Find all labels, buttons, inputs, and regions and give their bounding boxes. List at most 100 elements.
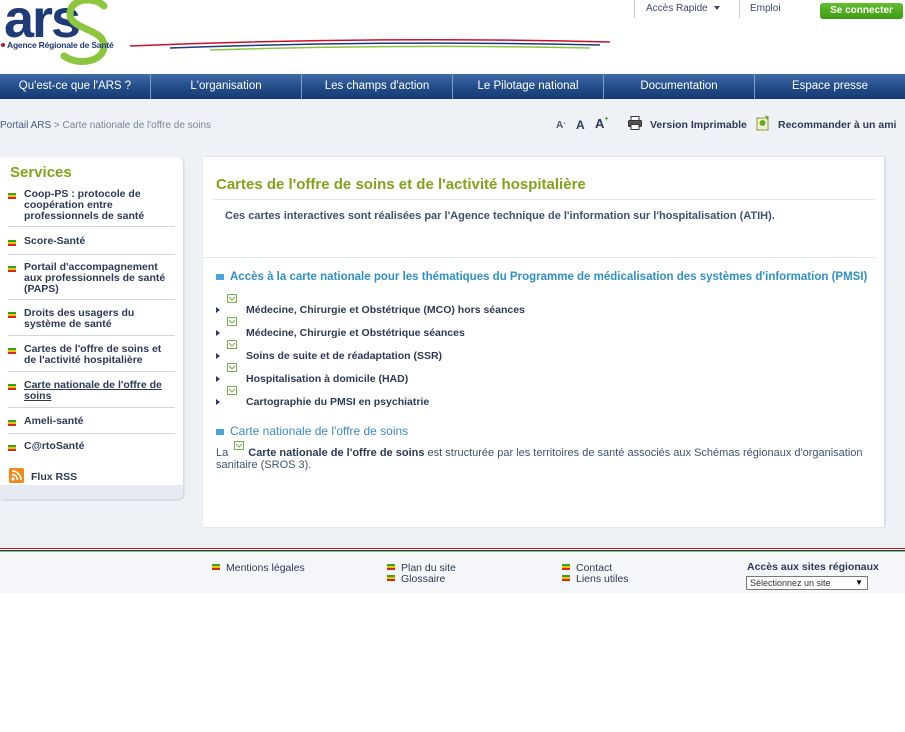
- header-swoosh-decoration: [130, 39, 610, 51]
- section-national-map-title: Carte nationale de l'offre de soins: [230, 424, 409, 438]
- footer-useful-links-label: Liens utiles: [576, 573, 629, 585]
- flag-bullet-icon: [8, 312, 16, 318]
- login-button[interactable]: Se connecter: [820, 3, 903, 19]
- footer-glossary-link[interactable]: Glossaire: [387, 573, 445, 585]
- sidebar-item-label: Coop-PS : protocole de coopération entre…: [24, 188, 145, 222]
- sidebar-item-coop-ps[interactable]: Coop-PS : protocole de coopération entre…: [8, 189, 175, 227]
- sidebar-item-label: Carte nationale de l'offre de soins: [24, 379, 162, 402]
- main-navigation: Qu'est-ce que l'ARS ? L'organisation Les…: [0, 74, 905, 99]
- font-size-increase-button[interactable]: A+: [595, 116, 608, 131]
- sidebar-item-label: Droits des usagers du système de santé: [24, 307, 135, 330]
- divider: [213, 199, 875, 200]
- arrow-right-icon: [216, 376, 220, 382]
- chevron-down-icon: [713, 6, 720, 11]
- chevron-down-icon: ▼: [855, 578, 863, 587]
- separator: [739, 0, 740, 18]
- nav-item-what-is-ars[interactable]: Qu'est-ce que l'ARS ?: [0, 74, 151, 99]
- page-title: Cartes de l'offre de soins et de l'activ…: [216, 176, 586, 193]
- sidebar-item-paps[interactable]: Portail d'accompagnement aux professionn…: [8, 262, 175, 300]
- sidebar-item-national-map[interactable]: Carte nationale de l'offre de soins: [8, 380, 175, 408]
- sidebar-item-label: Ameli-santé: [24, 415, 84, 427]
- rss-icon: [9, 468, 24, 483]
- regional-site-select[interactable]: Sélectionnez un site ▼: [746, 576, 868, 590]
- flag-bullet-icon: [562, 575, 570, 582]
- services-sidebar: Services Coop-PS : protocole de coopérat…: [0, 157, 183, 499]
- logo-agency-name: Agence Régionale de Santé: [7, 40, 114, 50]
- flag-bullet-icon: [387, 564, 395, 571]
- arrow-right-icon: [216, 399, 220, 405]
- breadcrumb-current: Carte nationale de l'offre de soins: [62, 120, 212, 131]
- pmsi-item-had[interactable]: Hospitalisation à domicile (HAD): [216, 363, 856, 385]
- pmsi-item-label: Médecine, Chirurgie et Obstétrique séanc…: [246, 327, 465, 339]
- sidebar-item-label: C@rtoSanté: [24, 440, 85, 452]
- section-pmsi-heading: Accès à la carte nationale pour les thém…: [216, 271, 867, 283]
- section-pmsi-title: Accès à la carte nationale pour les thém…: [230, 271, 868, 283]
- nav-item-documentation[interactable]: Documentation: [604, 74, 755, 99]
- pmsi-item-label: Soins de suite et de réadaptation (SSR): [246, 350, 443, 362]
- map-icon: [227, 294, 237, 303]
- logo-s-swoosh: [60, 0, 108, 65]
- sidebar-item-score-sante[interactable]: Score-Santé: [8, 236, 175, 255]
- nav-item-national-steering[interactable]: Le Pilotage national: [453, 74, 604, 99]
- flag-bullet-icon: [562, 564, 570, 571]
- rss-label: Flux RSS: [31, 471, 78, 483]
- nav-item-press[interactable]: Espace presse: [755, 74, 905, 99]
- font-large-label: A: [595, 116, 605, 131]
- footer-legal-link[interactable]: Mentions légales: [212, 562, 305, 574]
- ars-logo[interactable]: ars Agence Régionale de Santé: [0, 0, 118, 72]
- pmsi-item-mco-hors-seances[interactable]: Médecine, Chirurgie et Obstétrique (MCO)…: [216, 294, 856, 316]
- arrow-right-icon: [216, 353, 220, 359]
- font-size-decrease-button[interactable]: A-: [556, 120, 566, 131]
- sidebar-item-ameli-sante[interactable]: Ameli-santé: [8, 416, 175, 434]
- sidebar-item-label: Score-Santé: [24, 235, 86, 247]
- pmsi-item-label: Cartographie du PMSI en psychiatrie: [246, 396, 430, 408]
- map-icon: [234, 441, 245, 450]
- flag-bullet-icon: [8, 445, 16, 451]
- printer-icon[interactable]: [628, 116, 642, 130]
- breadcrumb-separator: >: [53, 120, 60, 131]
- recommend-icon[interactable]: [756, 115, 770, 131]
- footer-useful-links-link[interactable]: Liens utiles: [562, 573, 629, 585]
- desc-prefix: La: [216, 447, 229, 459]
- national-map-description: La Carte nationale de l'offre de soins es…: [216, 441, 876, 471]
- breadcrumb-home-link[interactable]: Portail ARS: [0, 120, 51, 131]
- recommend-friend-link[interactable]: Recommander à un ami: [778, 119, 896, 131]
- sidebar-title: Services: [10, 164, 72, 181]
- regional-site-select-value: Sélectionnez un site: [750, 578, 831, 588]
- sidebar-item-care-maps[interactable]: Cartes de l'offre de soins et de l'activ…: [8, 344, 175, 372]
- regional-sites-title: Accès aux sites régionaux: [747, 561, 879, 573]
- map-icon: [227, 317, 237, 326]
- quick-access-label: Accès Rapide: [646, 3, 708, 14]
- section-bullet-icon: [216, 273, 224, 280]
- national-map-link[interactable]: Carte nationale de l'offre de soins: [248, 447, 424, 459]
- nav-item-fields-of-action[interactable]: Les champs d'action: [302, 74, 453, 99]
- arrow-right-icon: [216, 330, 220, 336]
- footer-legal-label: Mentions légales: [226, 562, 305, 574]
- font-size-normal-button[interactable]: A: [576, 118, 585, 132]
- print-version-link[interactable]: Version Imprimable: [650, 119, 747, 131]
- pmsi-item-mco-seances[interactable]: Médecine, Chirurgie et Obstétrique séanc…: [216, 317, 856, 339]
- flag-bullet-icon: [8, 193, 16, 199]
- arrow-right-icon: [216, 307, 220, 313]
- map-icon: [227, 386, 237, 395]
- map-icon: [227, 363, 237, 372]
- sidebar-bottom-edge: [0, 485, 183, 499]
- pmsi-item-label: Médecine, Chirurgie et Obstétrique (MCO)…: [246, 304, 525, 316]
- pmsi-item-psychiatrie[interactable]: Cartographie du PMSI en psychiatrie: [216, 386, 856, 408]
- footer-glossary-label: Glossaire: [401, 573, 446, 585]
- flag-bullet-icon: [8, 240, 16, 246]
- flag-bullet-icon: [8, 420, 16, 426]
- sidebar-item-user-rights[interactable]: Droits des usagers du système de santé: [8, 308, 175, 336]
- map-icon: [227, 340, 237, 349]
- nav-item-organisation[interactable]: L'organisation: [151, 74, 302, 99]
- site-footer: Mentions légales Plan du site Glossaire …: [0, 552, 905, 593]
- quick-access-dropdown[interactable]: Accès Rapide: [646, 3, 720, 14]
- section-national-map-heading: Carte nationale de l'offre de soins: [216, 424, 408, 438]
- flag-bullet-icon: [8, 384, 16, 390]
- font-small-sup: -: [563, 120, 566, 127]
- flag-bullet-icon: [212, 564, 220, 571]
- site-header: ars Agence Régionale de Santé Accès Rapi…: [0, 0, 905, 74]
- sidebar-item-cartosante[interactable]: C@rtoSanté: [8, 441, 175, 459]
- pmsi-item-ssr[interactable]: Soins de suite et de réadaptation (SSR): [216, 340, 856, 362]
- job-link[interactable]: Emploi: [750, 3, 781, 14]
